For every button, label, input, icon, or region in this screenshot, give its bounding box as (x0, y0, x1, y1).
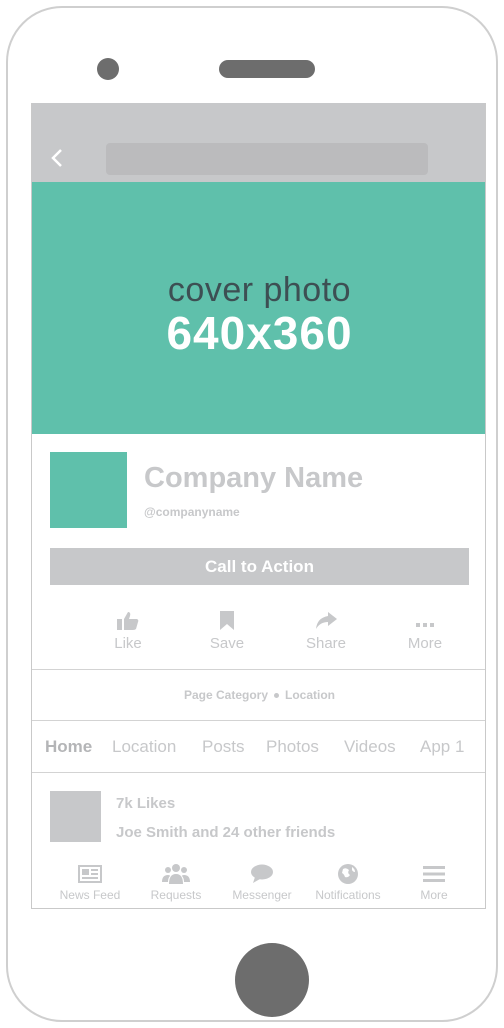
nav-news-feed[interactable]: News Feed (50, 862, 130, 902)
share-arrow-icon (286, 607, 366, 631)
like-label: Like (114, 635, 142, 652)
profile-picture[interactable] (50, 452, 127, 528)
tab-photos[interactable]: Photos (266, 721, 319, 772)
hamburger-menu-icon (394, 862, 474, 886)
likes-thumbnail (50, 791, 101, 842)
more-button[interactable]: More (385, 607, 465, 652)
top-bar (32, 103, 485, 182)
thumbs-up-icon (88, 607, 168, 631)
tab-location[interactable]: Location (112, 721, 176, 772)
home-button[interactable] (235, 943, 309, 1017)
cover-label: cover photo (167, 271, 352, 309)
nav-messenger-label: Messenger (232, 888, 292, 902)
friends-like-text[interactable]: Joe Smith and 24 other friends (116, 824, 335, 841)
nav-requests-label: Requests (150, 888, 202, 902)
nav-more[interactable]: More (394, 862, 474, 902)
nav-messenger[interactable]: Messenger (222, 862, 302, 902)
globe-icon (308, 862, 388, 886)
tab-videos[interactable]: Videos (344, 721, 396, 772)
action-row: Like Save Share More (50, 607, 469, 655)
nav-news-feed-label: News Feed (59, 888, 121, 902)
nav-notifications-label: Notifications (315, 888, 381, 902)
chat-bubble-icon (222, 862, 302, 886)
earpiece-speaker (219, 60, 315, 78)
page-location: Location (285, 688, 336, 702)
phone-screen: cover photo 640x360 Company Name @compan… (31, 103, 486, 909)
people-icon (136, 862, 216, 886)
nav-notifications[interactable]: Notifications (308, 862, 388, 902)
nav-more-label: More (420, 888, 448, 902)
share-label: Share (305, 635, 347, 652)
save-label: Save (209, 635, 245, 652)
more-dots-icon (385, 607, 465, 631)
divider (32, 772, 485, 773)
more-label: More (407, 635, 443, 652)
likes-count[interactable]: 7k Likes (116, 795, 175, 812)
separator-dot (274, 693, 280, 699)
cover-dimensions: 640x360 (166, 307, 353, 359)
company-name: Company Name (144, 462, 364, 494)
company-handle: @companyname (144, 505, 240, 519)
cover-photo: cover photo 640x360 (32, 182, 485, 434)
bookmark-icon (187, 607, 267, 631)
back-chevron-icon[interactable] (50, 147, 64, 169)
tab-posts[interactable]: Posts (202, 721, 245, 772)
save-button[interactable]: Save (187, 607, 267, 652)
page-tabs: Home Location Posts Photos Videos App 1 (32, 721, 485, 772)
like-button[interactable]: Like (88, 607, 168, 652)
tab-app-1[interactable]: App 1 (420, 721, 464, 772)
tab-home[interactable]: Home (45, 721, 92, 772)
newspaper-icon (50, 862, 130, 886)
share-button[interactable]: Share (286, 607, 366, 652)
front-camera (97, 58, 119, 80)
page-category: Page Category (183, 688, 269, 702)
search-bar[interactable] (106, 143, 428, 175)
nav-requests[interactable]: Requests (136, 862, 216, 902)
page-meta: Page Category Location (32, 670, 485, 720)
call-to-action-button[interactable]: Call to Action (50, 548, 469, 585)
bottom-nav: News Feed Requests Messenger Notificatio… (32, 858, 485, 908)
